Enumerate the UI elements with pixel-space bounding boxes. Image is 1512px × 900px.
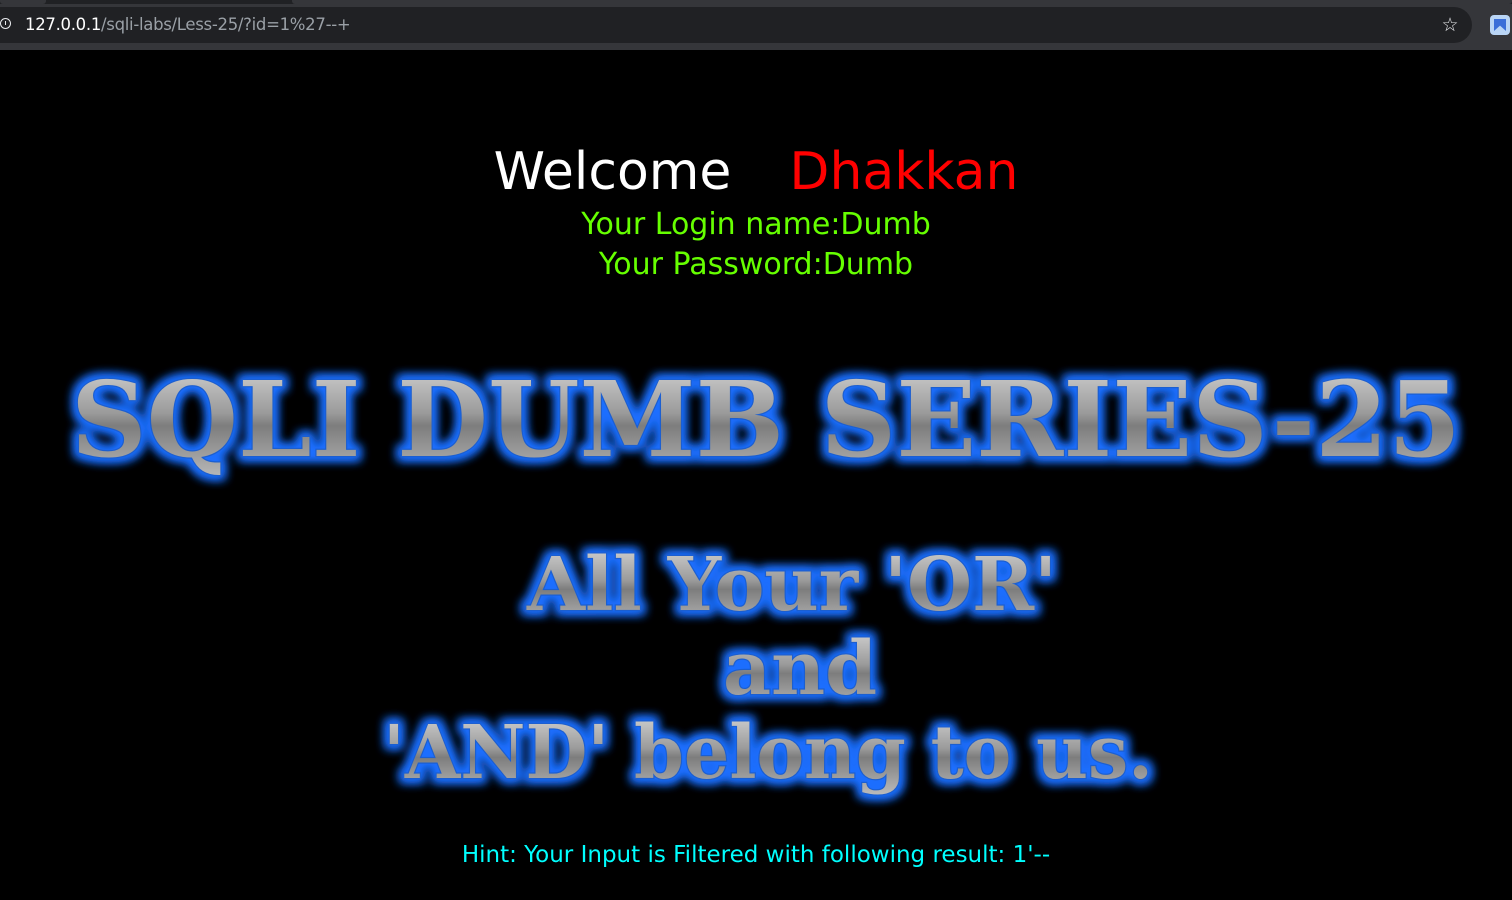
url-path: /sqli-labs/Less-25/?id=1%27--+ bbox=[101, 15, 351, 34]
star-icon[interactable]: ☆ bbox=[1440, 13, 1460, 37]
banner-subtitle-line3: 'AND' belong to us. bbox=[383, 710, 1153, 796]
browser-tab[interactable] bbox=[0, 0, 46, 4]
banner-subtitle-line1: All Your 'OR' bbox=[526, 542, 1057, 628]
banner-title: SQLI DUMB SERIES-25 bbox=[71, 358, 1461, 481]
banner-subtitle-line2: and bbox=[723, 626, 877, 712]
page-content: Welcome Dhakkan Your Login name:Dumb Your… bbox=[0, 50, 1512, 900]
browser-toolbar: 127.0.0.1/sqli-labs/Less-25/?id=1%27--+ … bbox=[0, 0, 1512, 50]
welcome-heading: Welcome Dhakkan bbox=[0, 142, 1512, 202]
url-host: 127.0.0.1 bbox=[25, 15, 102, 34]
hint-text: Hint: Your Input is Filtered with follow… bbox=[461, 842, 1051, 868]
address-url[interactable]: 127.0.0.1/sqli-labs/Less-25/?id=1%27--+ bbox=[25, 14, 351, 36]
tab-strip bbox=[0, 0, 1512, 4]
browser-tab[interactable] bbox=[292, 0, 1512, 4]
extension-icon[interactable] bbox=[1490, 15, 1510, 35]
welcome-name: Dhakkan bbox=[789, 142, 1019, 202]
info-icon[interactable] bbox=[0, 18, 11, 29]
welcome-word: Welcome bbox=[493, 142, 732, 202]
password-line: Your Password:Dumb bbox=[598, 247, 914, 282]
login-name-line: Your Login name:Dumb bbox=[581, 207, 931, 242]
